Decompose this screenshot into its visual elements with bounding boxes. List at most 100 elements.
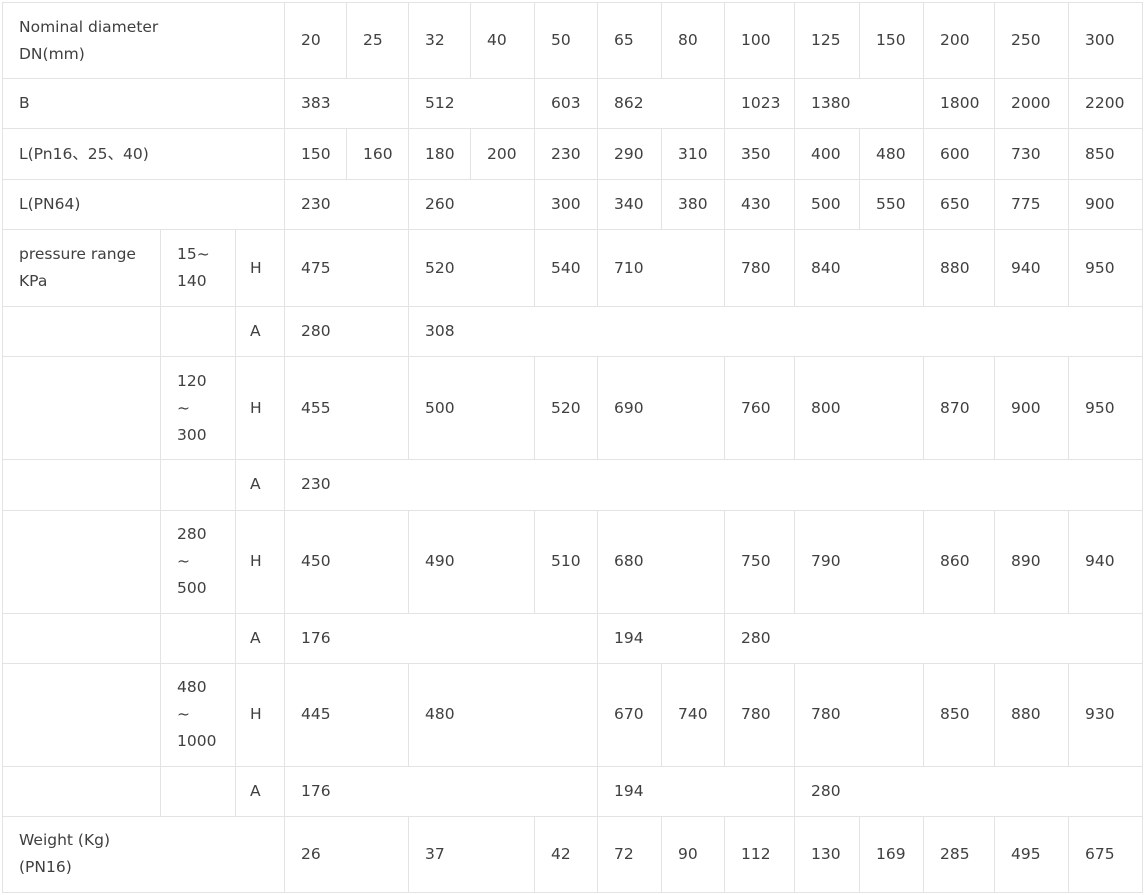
row-r1-h: pressure range KPa 15~ 140 H 475 520 540 7… [2,229,1144,308]
dn-cell: 100 [724,1,796,80]
weight-label: Weight (Kg) (PN16) [1,815,286,894]
dn-cell: 250 [994,1,1070,80]
range-line1: 120 [177,371,207,390]
l-pn64-cell: 230 [284,179,410,231]
h-cell: 680 [597,509,726,614]
l-pn64-cell: 430 [724,179,796,231]
weight-cell: 675 [1068,815,1144,894]
l-pn16-cell: 160 [346,128,410,181]
h-cell: 870 [923,356,996,461]
range-line2: 140 [177,272,207,291]
l-pn16-cell: 180 [408,128,472,181]
h-cell: 760 [724,356,796,461]
l-pn64-cell: 900 [1068,179,1144,231]
l-pn16-cell: 310 [661,128,726,181]
a-cell: 176 [284,612,599,664]
l-pn16-cell: 350 [724,128,796,181]
weight-cell: 26 [284,815,410,894]
range-line3: 300 [177,425,207,444]
range-line2: ~ [177,552,190,571]
a-label: A [234,612,286,664]
l-pn16-cell: 600 [923,128,996,181]
l-pn64-cell: 380 [661,179,726,231]
h-cell: 930 [1068,662,1144,767]
h-cell: 950 [1068,229,1144,308]
a-cell: 230 [284,459,1144,511]
empty-cell [2,612,161,664]
range-line2: ~ [177,705,190,724]
h-label: H [234,662,286,767]
row-r4-h: 480 ~1000 H 445 480 670 740 780 780 850 8… [2,662,1144,767]
a-cell: 308 [408,306,1144,358]
weight-label-line2: (PN16) [19,858,72,877]
b-cell: 2200 [1068,78,1144,130]
row-r4-a: A 176 194 280 [2,765,1144,817]
weight-cell: 130 [794,815,861,894]
h-cell: 690 [597,356,726,461]
nominal-diameter-label-line2: DN(mm) [19,44,85,63]
dn-cell: 200 [923,1,996,80]
l-pn16-cell: 730 [994,128,1070,181]
a-cell: 280 [724,612,1144,664]
weight-label-line1: Weight (Kg) [19,831,111,850]
pressure-range-label: pressure range KPa [2,229,161,308]
b-label: B [1,78,286,130]
row-l-pn16: L(Pn16、25、40) 150 160 180 200 230 290 31… [1,128,1144,181]
weight-cell: 112 [724,815,796,894]
weight-cell: 495 [994,815,1070,894]
h-cell: 790 [794,509,925,614]
row-l-pn64: L(PN64) 230 260 300 340 380 430 500 550 … [1,179,1144,231]
b-cell: 1380 [794,78,925,130]
weight-cell: 42 [534,815,599,894]
dn-cell: 32 [408,1,472,80]
h-cell: 670 [597,662,663,767]
l-pn64-cell: 260 [408,179,536,231]
l-pn64-cell: 650 [923,179,996,231]
h-cell: 850 [923,662,996,767]
a-cell: 194 [597,612,726,664]
l-pn16-cell: 150 [284,128,348,181]
empty-cell [160,459,236,511]
b-cell: 383 [284,78,410,130]
empty-cell [160,765,236,817]
empty-cell [160,612,236,664]
h-cell: 475 [284,229,410,308]
b-cell: 2000 [994,78,1070,130]
l-pn64-cell: 300 [534,179,599,231]
b-cell: 603 [534,78,599,130]
empty-cell [2,306,161,358]
l-pn16-cell: 850 [1068,128,1144,181]
a-cell: 280 [284,306,410,358]
range-line3: 1000 [177,732,217,751]
range-cell: 280 ~500 [160,509,236,614]
row-r3-h: 280 ~500 H 450 490 510 680 750 790 860 89… [2,509,1144,614]
l-pn64-cell: 775 [994,179,1070,231]
h-cell: 800 [794,356,925,461]
dn-cell: 65 [597,1,663,80]
a-cell: 194 [597,765,796,817]
l-pn16-cell: 480 [859,128,925,181]
b-cell: 512 [408,78,536,130]
h-cell: 520 [534,356,599,461]
a-label: A [234,306,286,358]
l-pn64-label: L(PN64) [1,179,286,231]
row-r1-a: A 280 308 [2,306,1144,358]
row-r3-a: A 176 194 280 [2,612,1144,664]
dn-cell: 50 [534,1,599,80]
h-cell: 860 [923,509,996,614]
pressure-range-label-line2: KPa [19,272,48,291]
h-cell: 900 [994,356,1070,461]
pressure-range-label-line1: pressure range [19,245,136,264]
range-line2: ~ [177,398,190,417]
a-cell: 176 [284,765,599,817]
weight-cell: 169 [859,815,925,894]
h-cell: 750 [724,509,796,614]
row-r2-a: A 230 [2,459,1144,511]
h-cell: 950 [1068,356,1144,461]
l-pn16-cell: 400 [794,128,861,181]
h-cell: 480 [408,662,599,767]
row-nominal-diameter: Nominal diameter DN(mm) 20 25 32 40 50 65… [1,1,1144,80]
h-cell: 780 [724,229,796,308]
nominal-diameter-label: Nominal diameter DN(mm) [1,1,286,80]
b-cell: 1800 [923,78,996,130]
